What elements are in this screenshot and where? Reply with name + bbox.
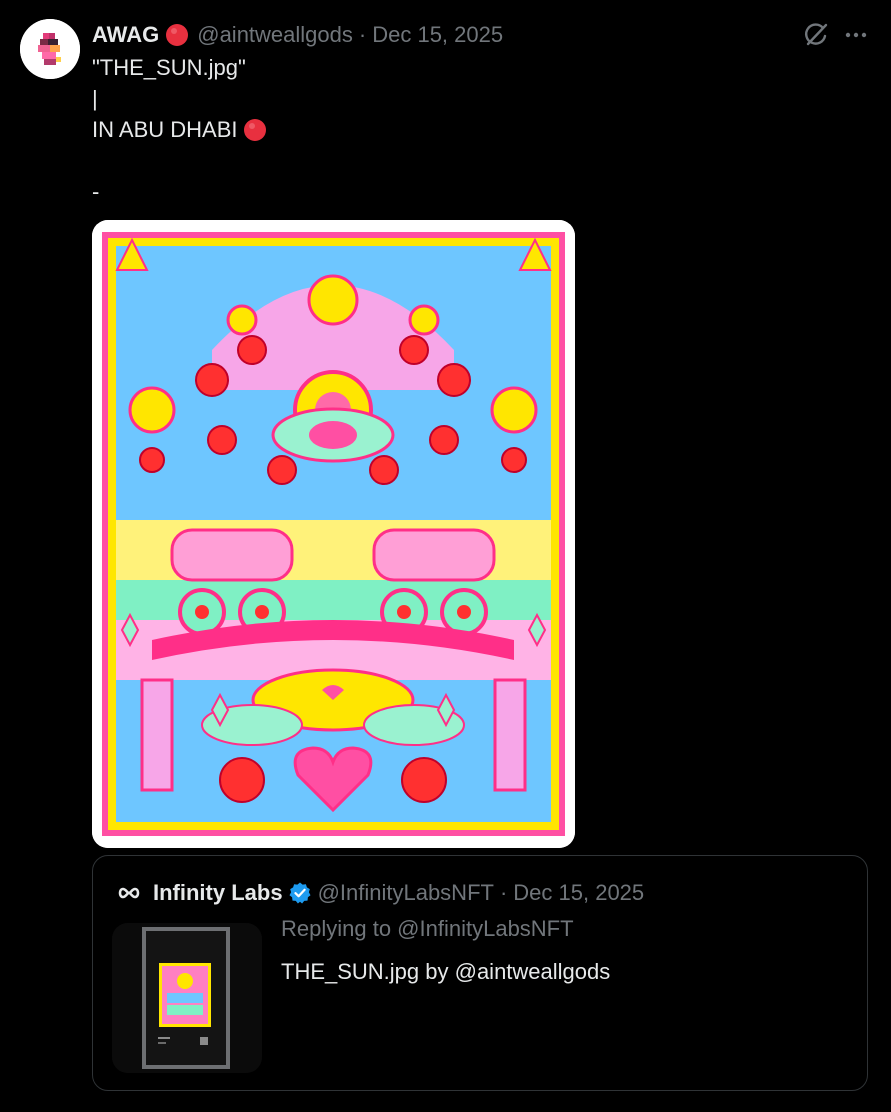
tweet-text-line: "THE_SUN.jpg": [92, 55, 246, 80]
tweet-header: AWAG @aintweallgods · Dec 15, 2025: [92, 20, 503, 50]
quoted-tweet-date[interactable]: Dec 15, 2025: [513, 880, 644, 906]
tweet-text-line-with-emoji: IN ABU DHABI: [92, 114, 267, 145]
tweet-text: "THE_SUN.jpg" | IN ABU DHABI -: [92, 52, 267, 207]
tweet-date[interactable]: Dec 15, 2025: [372, 22, 503, 48]
verified-badge-icon: [288, 881, 312, 905]
psychedelic-sun-artwork-icon: [92, 220, 575, 848]
quoted-author-handle[interactable]: @InfinityLabsNFT: [318, 880, 494, 906]
grok-icon[interactable]: [803, 22, 829, 48]
quoted-header-separator: ·: [499, 880, 508, 905]
tweet-text-line: -: [92, 179, 100, 204]
framed-artwork-thumbnail-icon: [112, 923, 262, 1073]
tweet-text-line: [92, 145, 267, 176]
quoted-tweet[interactable]: Infinity Labs @InfinityLabsNFT · Dec 15,…: [92, 855, 868, 1091]
red-circle-emoji-icon: [165, 23, 189, 47]
tweet[interactable]: AWAG @aintweallgods · Dec 15, 2025 "THE_…: [0, 0, 891, 1112]
red-circle-emoji-icon: [243, 118, 267, 142]
quoted-author-display-name[interactable]: Infinity Labs: [153, 880, 283, 906]
author-display-name[interactable]: AWAG: [92, 22, 159, 48]
quoted-tweet-text: THE_SUN.jpg by @aintweallgods: [281, 959, 611, 984]
infinity-icon: [117, 881, 141, 905]
pixel-art-avatar-icon: [20, 19, 80, 79]
quoted-tweet-header: Infinity Labs @InfinityLabsNFT · Dec 15,…: [117, 878, 644, 908]
more-dots-icon[interactable]: [844, 24, 868, 46]
quoted-media-thumbnail[interactable]: [112, 923, 262, 1073]
tweet-text-line: |: [92, 86, 98, 111]
author-avatar[interactable]: [20, 19, 80, 79]
tweet-text-line: IN ABU DHABI: [92, 117, 238, 142]
header-separator: ·: [358, 22, 367, 47]
author-handle[interactable]: @aintweallgods: [197, 22, 353, 48]
tweet-media-image[interactable]: [92, 220, 575, 848]
quoted-reply-context[interactable]: Replying to @InfinityLabsNFT: [281, 916, 574, 942]
